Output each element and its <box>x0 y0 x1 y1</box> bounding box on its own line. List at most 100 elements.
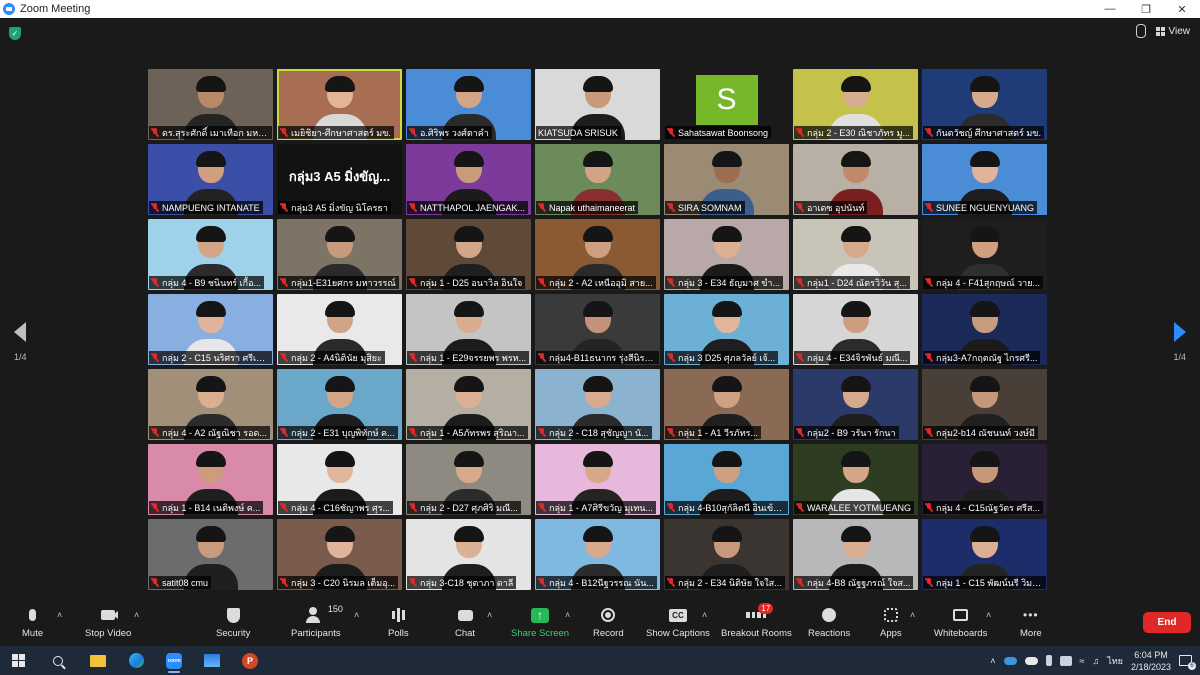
windows-start-button[interactable] <box>3 649 33 673</box>
participant-tile[interactable]: กลุ่ม 4-B8 ณัฐฐภรณ์ ใจส... <box>793 519 918 590</box>
participant-tile[interactable]: อ.ศิริพร วงศ์ตาคำ <box>406 69 531 140</box>
view-button[interactable]: View <box>1155 26 1190 37</box>
apps-button[interactable]: Apps <box>880 606 902 639</box>
notification-center-icon[interactable]: 6 <box>1179 655 1196 670</box>
participant-tile[interactable]: กลุ่ม4-B11ธนากร รุ่งสีนิรา... <box>535 294 660 365</box>
participant-tile[interactable]: กลุ่ม1-E31ยศกร มหาวรรณ์ <box>277 219 402 290</box>
participant-tile[interactable]: กลุ่ม2 - B9 วรันา รักนา <box>793 369 918 440</box>
onedrive-blue-icon[interactable] <box>1003 656 1017 665</box>
participant-tile[interactable]: ดร.สุระศักดิ์ เมาเทือก มหาวิ... <box>148 69 273 140</box>
video-options-caret[interactable]: ˄ <box>134 610 139 620</box>
record-button[interactable]: Record <box>593 606 624 639</box>
captions-options-caret[interactable]: ˄ <box>702 610 707 620</box>
participant-tile[interactable]: กลุ่ม 4 - A2 ณัฐณิชา รอด... <box>148 369 273 440</box>
whiteboards-options-caret[interactable]: ˄ <box>986 610 991 620</box>
participant-tile[interactable]: กลุ่ม 4-B10สุกัลิตนี อินเข้า... <box>664 444 789 515</box>
participant-tile[interactable]: กลุ่ม 2 - A4นิตินัย มุสิยะ <box>277 294 402 365</box>
participant-tile[interactable]: กลุ่ม3 A5 มิ่งขัญ... กลุ่ม3 A5 มิ่งขัญ นิ… <box>277 144 402 215</box>
onedrive-icon[interactable] <box>1024 656 1038 665</box>
participant-tile[interactable]: กลุ่ม 4 - E34จิรพันธ์ มณี... <box>793 294 918 365</box>
share-options-caret[interactable]: ˄ <box>565 610 570 620</box>
reactions-button[interactable]: Reactions <box>808 606 850 639</box>
participant-tile[interactable]: กลุ่ม 4 - F41สุกฤษณ์ วาย... <box>922 219 1047 290</box>
participant-tile[interactable]: กลุ่ม 1 - A1 วีรภัทร... <box>664 369 789 440</box>
shield-check-icon[interactable]: ✓ <box>9 27 21 40</box>
audio-options-caret[interactable]: ˄ <box>57 610 62 620</box>
input-language[interactable]: ไทย <box>1107 654 1123 668</box>
breakout-rooms-button[interactable]: 17 Breakout Rooms <box>721 603 792 639</box>
participant-tile[interactable]: กลุ่ม2-b14 ณัชนนท์ วงษ์มี <box>922 369 1047 440</box>
show-captions-button[interactable]: Show Captions <box>646 606 710 639</box>
muted-microphone-icon <box>667 353 675 362</box>
participant-tile[interactable]: กลุ่ม 3 - C20 นิรมล เต็มอุ... <box>277 519 402 590</box>
next-page-button[interactable]: 1/4 <box>1173 322 1186 362</box>
participant-tile[interactable]: NAMPUENG INTANATE <box>148 144 273 215</box>
volume-icon[interactable]: ♫ <box>1092 656 1099 666</box>
participant-tile[interactable]: กลุ่ม 4 - C15ณัฐวัตร ศรีส... <box>922 444 1047 515</box>
participant-tile[interactable]: กลุ่ม 1 - E29จรรยพร พรห... <box>406 294 531 365</box>
battery-icon[interactable] <box>1059 655 1072 666</box>
participant-tile[interactable]: กลุ่ม 1 - A5ภัทรพร สุริณา... <box>406 369 531 440</box>
participant-tile[interactable]: กลุ่ม 3 D25 ศุภลวัลย์ เจ้... <box>664 294 789 365</box>
show-hidden-icons-chevron-icon[interactable]: ˄ <box>990 656 995 666</box>
participants-options-caret[interactable]: ˄ <box>354 610 359 620</box>
participant-tile[interactable]: กลุ่ม 2 - A2 เหนืออุมิ สาย... <box>535 219 660 290</box>
participant-tile[interactable]: NATTHAPOL JAENGAK... <box>406 144 531 215</box>
participant-name-tag: satit08 cmu <box>149 576 212 589</box>
participant-tile[interactable]: กลุ่ม 1 - A7ศิรีขวัญ มุเทน... <box>535 444 660 515</box>
share-screen-button[interactable]: Share Screen <box>511 606 569 639</box>
participant-tile[interactable]: satit08 cmu <box>148 519 273 590</box>
previous-page-button[interactable]: 1/4 <box>14 322 27 362</box>
whiteboards-button[interactable]: Whiteboards <box>934 606 987 639</box>
participant-tile[interactable]: กลุ่ม 2 - E31 บุญพิทักษ์ ค... <box>277 369 402 440</box>
usb-device-icon[interactable] <box>1045 655 1052 666</box>
participant-tile[interactable]: อาเดซ อุปนันท์ <box>793 144 918 215</box>
participant-tile[interactable]: Napak uthaimaneerat <box>535 144 660 215</box>
participant-tile[interactable]: กลุ่ม 1 - C15 พัฒน์นรี วิมล... <box>922 519 1047 590</box>
stop-video-button[interactable]: Stop Video <box>85 606 131 639</box>
participant-tile[interactable]: กลุ่ม 4 - C16ชัญาพร ศุร... <box>277 444 402 515</box>
more-button[interactable]: More <box>1020 606 1042 639</box>
participant-tile[interactable]: กลุ่ม 4 - B12นีฐวรรณ นัน... <box>535 519 660 590</box>
participant-tile[interactable]: เมยิชิยา-ศึกษาศาสตร์ มข. <box>277 69 402 140</box>
participant-tile[interactable]: S Sahatsawat Boonsong <box>664 69 789 140</box>
participant-tile[interactable]: กลุ่ม 1 - D25 อนาวิล อินใจ <box>406 219 531 290</box>
maximize-button[interactable]: ❐ <box>1128 0 1164 18</box>
participants-button[interactable]: 150 Participants <box>291 604 343 639</box>
participant-tile[interactable]: กลุ่ม 2 - D27 ศุภศิริ มณี... <box>406 444 531 515</box>
participant-tile[interactable]: WARALEE YOTMUEANG <box>793 444 918 515</box>
apps-options-caret[interactable]: ˄ <box>910 610 915 620</box>
participant-tile[interactable]: กลุ่ม 3-C18 ชุตาภา ดาลี <box>406 519 531 590</box>
participant-tile[interactable]: กลุ่ม1 - D24 ณัตรวิวัน สุ... <box>793 219 918 290</box>
participant-tile[interactable]: กลุ่ม 3 - E34 ธัญมาศ ขำ... <box>664 219 789 290</box>
taskbar-zoom[interactable]: zoom <box>159 649 189 673</box>
end-meeting-button[interactable]: End <box>1143 612 1191 633</box>
close-button[interactable]: ✕ <box>1164 0 1200 18</box>
participant-tile[interactable]: กลุ่ม3-A7กฤตณัฐ ไกรศรี... <box>922 294 1047 365</box>
participant-tile[interactable]: กลุ่ม 4 - B9 ชนินทร์ เกื้อ... <box>148 219 273 290</box>
taskbar-powerpoint[interactable]: P <box>235 649 265 673</box>
polls-button[interactable]: Polls <box>388 606 409 639</box>
chat-options-caret[interactable]: ˄ <box>487 610 492 620</box>
participant-tile[interactable]: SUNEE NGUENYUANG <box>922 144 1047 215</box>
participant-tile[interactable]: กลุ่ม 2 - C15 นริศรา ศรีเชิ... <box>148 294 273 365</box>
participant-tile[interactable]: กลุ่ม 1 - B14 เนติพงษ์ ค... <box>148 444 273 515</box>
participant-tile[interactable]: SIRA SOMNAM <box>664 144 789 215</box>
chat-button[interactable]: Chat <box>455 606 475 639</box>
wifi-icon[interactable]: ≈ <box>1080 656 1085 666</box>
taskbar-clock[interactable]: 6:04 PM 2/18/2023 <box>1131 649 1171 673</box>
taskbar-search-button[interactable] <box>43 649 73 673</box>
taskbar-photos[interactable] <box>197 649 227 673</box>
participant-tile[interactable]: กันตวัชญ์ ศึกษาศาสตร์ มข. <box>922 69 1047 140</box>
participant-name-tag: เมยิชิยา-ศึกษาศาสตร์ มข. <box>278 126 394 139</box>
security-button[interactable]: Security <box>216 606 250 639</box>
participant-tile[interactable]: กลุ่ม 2 - E34 นิติษัย ใจใส... <box>664 519 789 590</box>
mute-button[interactable]: Mute <box>22 606 43 639</box>
participant-tile[interactable]: KIATSUDA SRISUK <box>535 69 660 140</box>
participant-tile[interactable]: กลุ่ม 2 - E30 ณิชาภัทร มู... <box>793 69 918 140</box>
recording-status-icon[interactable] <box>1135 24 1146 38</box>
taskbar-edge[interactable] <box>121 649 151 673</box>
taskbar-file-explorer[interactable] <box>83 649 113 673</box>
minimize-button[interactable]: — <box>1092 0 1128 18</box>
participant-tile[interactable]: กลุ่ม 2 - C18 สุชัญญา นั... <box>535 369 660 440</box>
